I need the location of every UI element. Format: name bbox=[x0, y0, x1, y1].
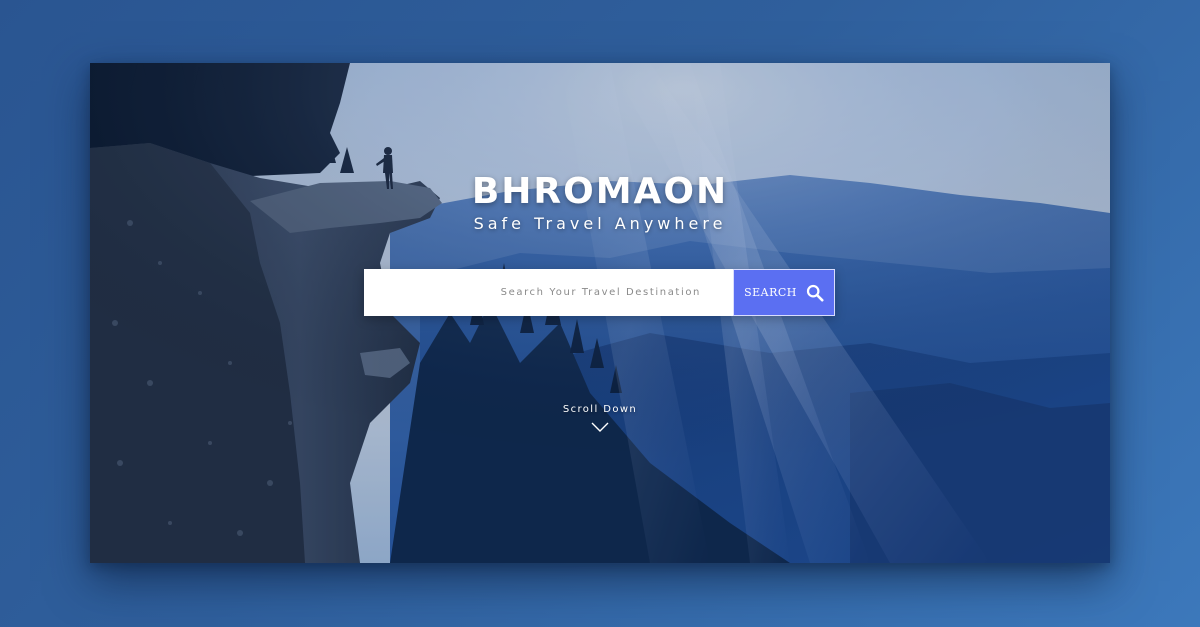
search-input[interactable] bbox=[364, 269, 733, 316]
hero-section: BHROMAON Safe Travel Anywhere SEARCH Scr… bbox=[90, 63, 1110, 563]
chevron-down-icon bbox=[591, 419, 609, 432]
search-button[interactable]: SEARCH bbox=[733, 269, 835, 316]
site-title: BHROMAON bbox=[471, 171, 729, 212]
site-tagline: Safe Travel Anywhere bbox=[473, 214, 727, 233]
search-form: SEARCH bbox=[364, 269, 835, 316]
scroll-down-label: Scroll Down bbox=[562, 404, 638, 415]
search-button-label: SEARCH bbox=[744, 286, 797, 299]
scroll-down-link[interactable]: Scroll Down bbox=[90, 404, 1110, 437]
search-icon bbox=[806, 284, 824, 302]
